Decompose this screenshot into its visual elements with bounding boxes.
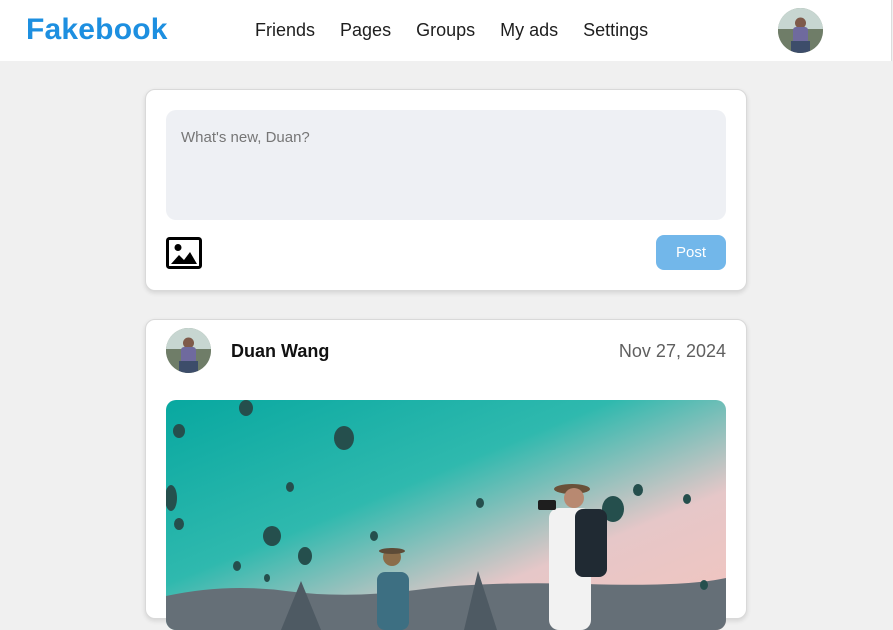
- image-icon[interactable]: [166, 237, 202, 269]
- nav-friends[interactable]: Friends: [255, 20, 315, 41]
- create-post-card: Post: [145, 89, 747, 291]
- profile-avatar[interactable]: [778, 8, 823, 53]
- nav-my-ads[interactable]: My ads: [500, 20, 558, 41]
- nav-pages[interactable]: Pages: [340, 20, 391, 41]
- post-button[interactable]: Post: [656, 235, 726, 270]
- post-date: Nov 27, 2024: [618, 341, 726, 361]
- feed-post-card: Duan Wang Nov 27, 2024: [145, 319, 747, 630]
- author-avatar[interactable]: [166, 328, 211, 373]
- nav-groups[interactable]: Groups: [416, 20, 475, 41]
- top-navigation-bar: Fakebook Friends Pages Groups My ads Set…: [0, 0, 892, 61]
- main-navigation: Friends Pages Groups My ads Settings: [255, 20, 673, 41]
- post-input[interactable]: [166, 110, 726, 220]
- post-author-name[interactable]: Duan Wang: [231, 341, 329, 362]
- nav-settings[interactable]: Settings: [583, 20, 648, 41]
- post-photo[interactable]: [166, 400, 726, 630]
- fakebook-logo[interactable]: Fakebook: [26, 13, 168, 47]
